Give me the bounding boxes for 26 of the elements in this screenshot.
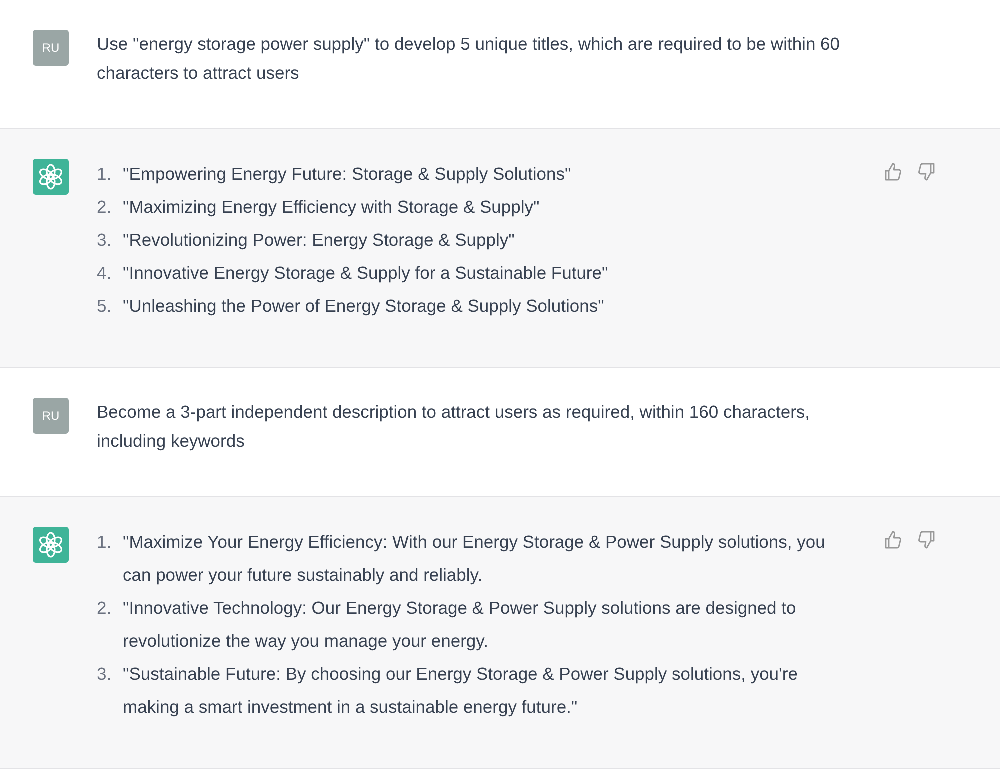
assistant-logo-icon — [33, 159, 69, 195]
thumbs-down-icon — [917, 162, 937, 182]
message-text: Become a 3-part independent description to attract users as required, within 160 characters, including keywords — [97, 401, 812, 453]
list-number: 2. — [97, 196, 113, 219]
list-number: 3. — [97, 663, 113, 686]
list-item-text: "Innovative Technology: Our Energy Storage & Power Supply solutions are designed to revolutionize the way you manage your energy. — [123, 597, 798, 653]
message-text: Use "energy storage power supply" to develop 5 unique titles, which are required to be within 60 characters to attract users — [97, 33, 841, 85]
list-item-text: "Sustainable Future: By choosing our Energy Storage & Power Supply solutions, you're making a smart investment in a sustainable energy future." — [123, 663, 799, 719]
list-item-text: "Revolutionizing Power: Energy Storage & Supply" — [123, 229, 515, 252]
list-number: 1. — [97, 163, 113, 186]
list-number: 3. — [97, 229, 113, 252]
list-number: 1. — [97, 531, 113, 554]
list-number: 5. — [97, 295, 113, 318]
list-number: 4. — [97, 262, 113, 285]
list-item-text: "Empowering Energy Future: Storage & Supply Solutions" — [123, 163, 572, 186]
list-item-text: "Unleashing the Power of Energy Storage & Supply Solutions" — [123, 295, 604, 318]
list-item-text: "Maximize Your Energy Efficiency: With our Energy Storage & Power Supply solutions, you can power your future sustainably and reliably. — [123, 531, 826, 587]
assistant-logo-icon — [33, 527, 69, 563]
user-avatar: RU — [33, 398, 69, 434]
list-item-text: "Maximizing Energy Efficiency with Storage & Supply" — [123, 196, 540, 219]
thumbs-up-icon — [883, 530, 903, 550]
thumbs-up-icon — [883, 162, 903, 182]
list-item-text: "Innovative Energy Storage & Supply for a Sustainable Future" — [123, 262, 608, 285]
thumbs-down-icon — [917, 530, 937, 550]
user-avatar: RU — [33, 30, 69, 66]
list-number: 2. — [97, 597, 113, 620]
